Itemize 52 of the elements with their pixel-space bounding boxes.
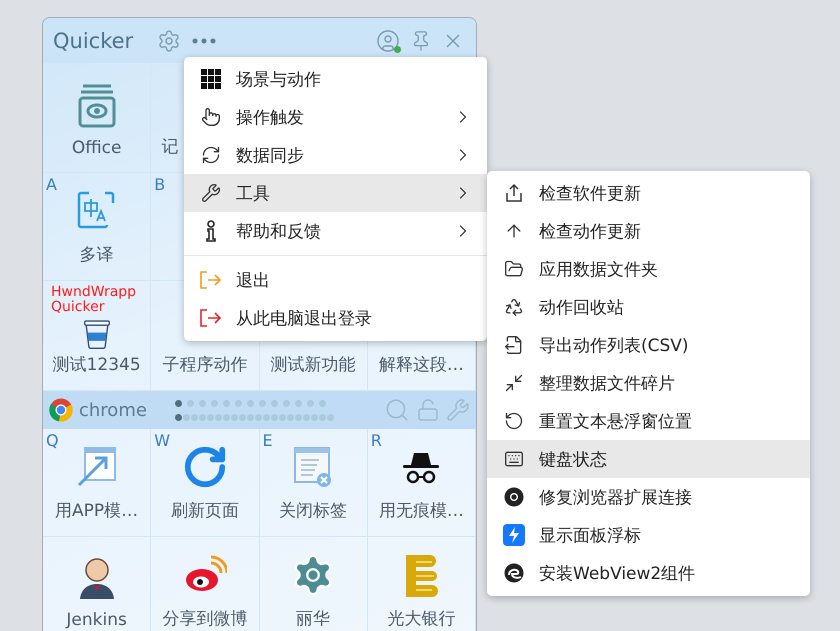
menu-item[interactable]: 检查软件更新 xyxy=(487,174,810,212)
action-label: Jenkins xyxy=(66,610,127,630)
action-cell[interactable]: Jenkins xyxy=(43,537,152,631)
action-cell[interactable]: 光大银行 xyxy=(368,537,476,631)
debug-overlay-text: HwndWrapp Quicker xyxy=(51,285,136,315)
menu-item[interactable]: 检查动作更新 xyxy=(487,212,810,250)
action-cell[interactable]: A 多译 xyxy=(43,173,152,281)
action-label: 用APP模… xyxy=(55,500,138,522)
menu-item[interactable]: 修复浏览器扩展连接 xyxy=(487,478,810,516)
action-cell[interactable]: 分享到微博 xyxy=(151,537,260,631)
action-label: 刷新页面 xyxy=(170,500,239,522)
menu-item[interactable]: 数据同步 xyxy=(184,136,487,174)
menu-item[interactable]: 操作触发 xyxy=(184,98,487,136)
hotkey-label: B xyxy=(154,175,166,194)
hotkey-label: W xyxy=(154,431,170,450)
action-cell[interactable]: Office xyxy=(43,63,152,173)
hotkey-label: Q xyxy=(46,431,59,450)
menu-item[interactable]: 场景与动作 xyxy=(184,60,487,98)
action-label: 解释这段… xyxy=(378,354,464,376)
hotkey-label: R xyxy=(370,431,382,450)
menu-item[interactable]: 从此电脑退出登录 xyxy=(184,299,487,337)
action-label: 关闭标签 xyxy=(279,500,348,522)
action-label: 丽华 xyxy=(296,608,330,630)
menu-item[interactable]: 安装WebView2组件 xyxy=(487,554,810,592)
action-cell[interactable]: E 关闭标签 xyxy=(260,429,368,537)
menu-item[interactable]: 工具 xyxy=(184,174,487,212)
menu-item[interactable]: 重置文本悬浮窗位置 xyxy=(487,402,810,440)
action-label: 分享到微博 xyxy=(162,608,248,630)
action-label: 测试新功能 xyxy=(270,354,356,376)
menu-item[interactable]: 整理数据文件碎片 xyxy=(487,364,810,402)
hotkey-label: E xyxy=(262,431,273,450)
menu-item[interactable]: 帮助和反馈 xyxy=(184,212,487,250)
menu-item[interactable]: 应用数据文件夹 xyxy=(487,250,810,288)
menu-item[interactable]: 导出动作列表(CSV) xyxy=(487,326,810,364)
action-label: Office xyxy=(72,138,122,158)
action-cell[interactable]: W 刷新页面 xyxy=(151,429,260,537)
action-label: 用无痕模… xyxy=(378,500,464,522)
action-label: 记 xyxy=(160,136,178,158)
action-cell[interactable]: Q 用APP模… xyxy=(43,429,152,537)
hotkey-label: A xyxy=(46,175,57,194)
action-label: 多译 xyxy=(80,244,114,266)
panel-title: Quicker xyxy=(53,28,134,52)
menu-item[interactable]: 键盘状态 xyxy=(487,440,810,478)
action-cell[interactable]: 丽华 xyxy=(260,537,368,631)
menu-item[interactable]: 显示面板浮标 xyxy=(487,516,810,554)
menu-item[interactable]: 动作回收站 xyxy=(487,288,810,326)
app-name: chrome xyxy=(79,400,147,420)
action-label: 测试12345 xyxy=(52,354,141,376)
action-label: 子程序动作 xyxy=(162,354,248,376)
action-label: 光大银行 xyxy=(387,608,456,630)
menu-item[interactable]: 退出 xyxy=(184,261,487,299)
action-cell[interactable]: R 用无痕模… xyxy=(368,429,476,537)
